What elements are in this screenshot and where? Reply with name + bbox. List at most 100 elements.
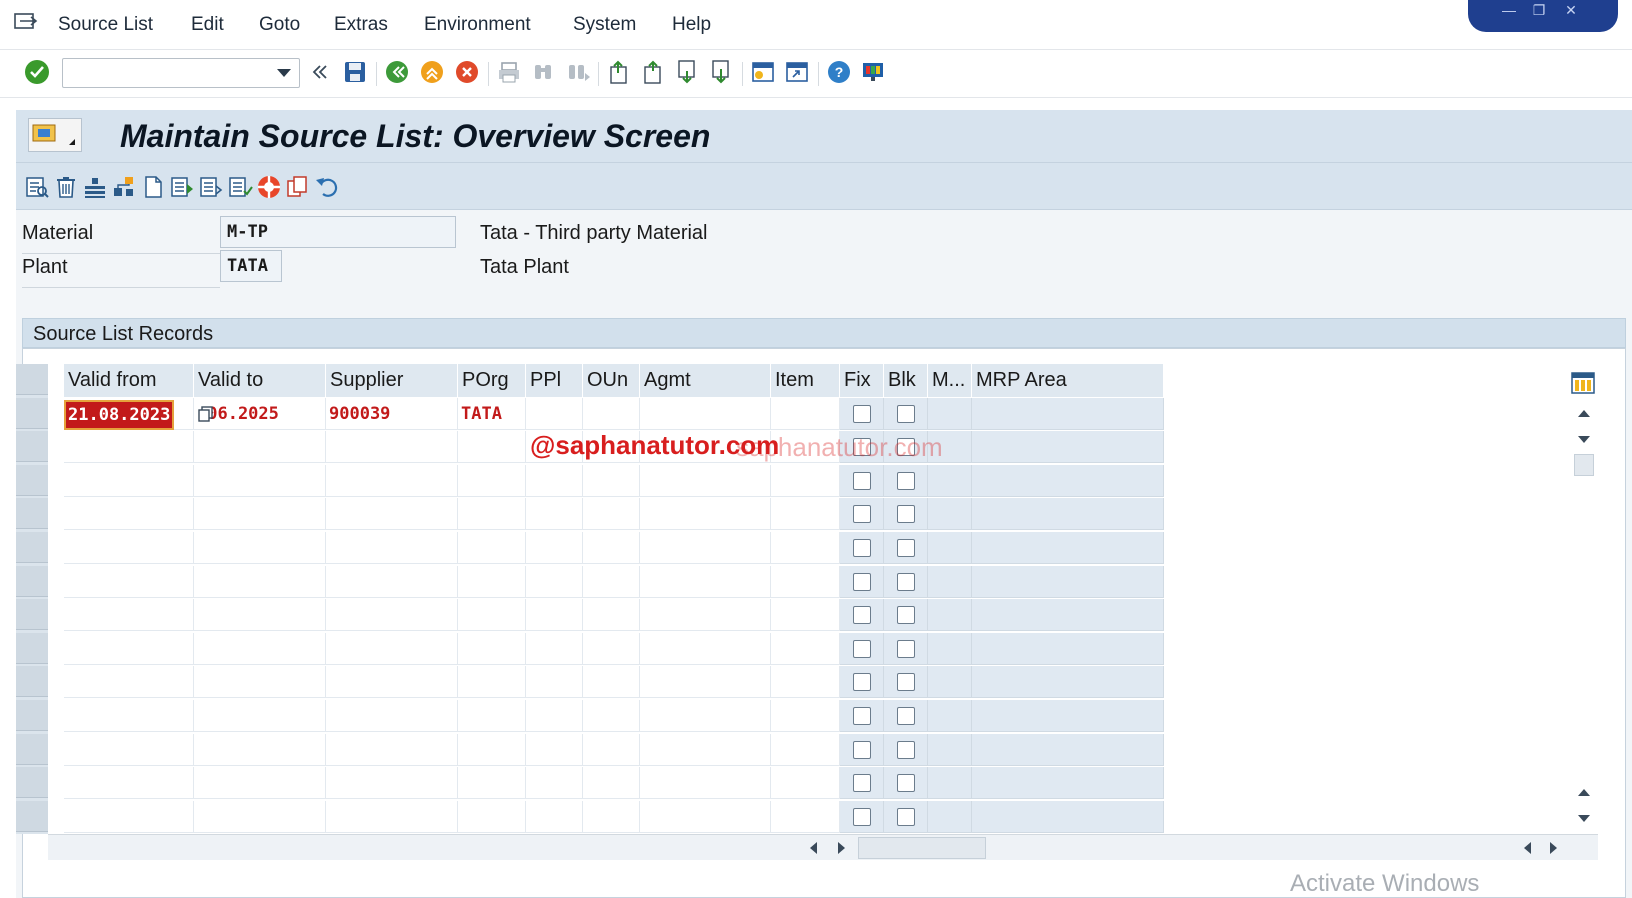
table-cell-m[interactable] — [928, 666, 972, 699]
help-icon[interactable]: ? — [826, 59, 852, 85]
table-cell-ppl[interactable] — [526, 599, 583, 632]
table-cell-m[interactable] — [928, 632, 972, 665]
table-cell-blk[interactable] — [884, 800, 928, 833]
table-cell-ppl[interactable] — [526, 532, 583, 564]
table-cell-valid-to[interactable] — [194, 565, 326, 598]
column-header-oun[interactable]: OUn — [583, 364, 640, 397]
page-up-icon[interactable] — [1578, 789, 1590, 796]
cancel-icon[interactable] — [454, 59, 480, 85]
table-cell-agmt[interactable] — [640, 666, 771, 699]
blk-checkbox[interactable] — [897, 740, 915, 759]
column-header-mrp-area[interactable]: MRP Area — [972, 364, 1164, 397]
table-cell-porg[interactable] — [458, 800, 526, 833]
table-cell-oun[interactable] — [583, 733, 640, 766]
table-cell-m[interactable] — [928, 565, 972, 598]
fix-checkbox[interactable] — [853, 639, 871, 658]
menu-extras[interactable]: Extras — [334, 14, 388, 36]
list-check-icon[interactable] — [227, 174, 253, 200]
layout-icon[interactable] — [860, 59, 886, 85]
exit-icon[interactable] — [419, 59, 445, 85]
table-cell-oun[interactable] — [583, 767, 640, 800]
table-cell-mrp-area[interactable] — [972, 700, 1164, 732]
page-down-icon[interactable] — [1578, 815, 1590, 822]
table-settings-icon[interactable] — [1570, 370, 1596, 396]
fix-checkbox[interactable] — [853, 606, 871, 625]
table-cell-porg[interactable] — [458, 532, 526, 564]
table-cell-blk[interactable] — [884, 397, 928, 430]
plant-field[interactable]: TATA — [220, 250, 282, 282]
menu-environment[interactable]: Environment — [424, 14, 531, 36]
scroll-thumb[interactable] — [1574, 454, 1594, 476]
table-cell-fix[interactable] — [840, 464, 884, 497]
table-cell-oun[interactable] — [583, 532, 640, 564]
row-selector[interactable] — [16, 700, 48, 731]
table-cell-ppl[interactable] — [526, 666, 583, 699]
blk-checkbox[interactable] — [897, 639, 915, 658]
table-cell-item[interactable] — [771, 498, 840, 531]
table-cell-blk[interactable] — [884, 632, 928, 665]
table-cell-agmt[interactable] — [640, 632, 771, 665]
table-cell-valid-from[interactable] — [64, 498, 194, 531]
scroll-left-end-icon[interactable] — [1524, 842, 1531, 854]
table-cell-agmt[interactable] — [640, 767, 771, 800]
table-cell-ppl[interactable] — [526, 700, 583, 732]
table-cell-item[interactable] — [771, 632, 840, 665]
fix-checkbox[interactable] — [853, 807, 871, 826]
enter-icon[interactable] — [24, 59, 50, 85]
table-cell-valid-to[interactable] — [194, 700, 326, 732]
column-header-blk[interactable]: Blk — [884, 364, 928, 397]
blk-checkbox[interactable] — [897, 707, 915, 725]
previous-page-icon[interactable] — [640, 59, 666, 85]
fix-checkbox[interactable] — [853, 404, 871, 423]
row-selector[interactable] — [16, 632, 48, 664]
menu-help[interactable]: Help — [672, 14, 711, 36]
table-cell-agmt[interactable] — [640, 464, 771, 497]
copy-icon[interactable] — [285, 174, 311, 200]
table-cell-fix[interactable] — [840, 666, 884, 699]
table-cell-oun[interactable] — [583, 397, 640, 430]
table-cell-mrp-area[interactable] — [972, 431, 1164, 464]
table-cell-blk[interactable] — [884, 700, 928, 732]
row-selector[interactable] — [16, 666, 48, 698]
save-icon[interactable] — [342, 59, 368, 85]
value-help-icon[interactable] — [196, 404, 216, 424]
table-cell-porg[interactable] — [458, 733, 526, 766]
first-page-icon[interactable] — [606, 59, 632, 85]
table-cell-valid-from[interactable] — [64, 733, 194, 766]
table-cell-item[interactable] — [771, 464, 840, 497]
table-cell-supplier[interactable] — [326, 565, 458, 598]
table-cell-agmt[interactable] — [640, 700, 771, 732]
table-cell-supplier[interactable] — [326, 464, 458, 497]
table-cell-m[interactable] — [928, 397, 972, 430]
table-cell-item[interactable] — [771, 700, 840, 732]
table-cell-m[interactable] — [928, 700, 972, 732]
table-cell-mrp-area[interactable] — [972, 767, 1164, 800]
table-cell-item[interactable] — [771, 666, 840, 699]
column-header-fix[interactable]: Fix — [840, 364, 884, 397]
table-cell-porg[interactable] — [458, 700, 526, 732]
row-selector[interactable] — [16, 532, 48, 563]
blk-checkbox[interactable] — [897, 774, 915, 793]
table-cell-porg[interactable] — [458, 565, 526, 598]
table-cell-valid-from[interactable] — [64, 800, 194, 833]
table-cell-valid-to[interactable] — [194, 599, 326, 632]
list-arrow-icon[interactable] — [169, 174, 195, 200]
select-all-rows[interactable] — [16, 364, 48, 395]
column-header-item[interactable]: Item — [771, 364, 840, 397]
table-cell-item[interactable] — [771, 532, 840, 564]
table-cell-agmt[interactable] — [640, 498, 771, 531]
table-cell-agmt[interactable] — [640, 532, 771, 564]
row-selector[interactable] — [16, 397, 48, 429]
table-cell-valid-to[interactable] — [194, 632, 326, 665]
table-cell-ppl[interactable] — [526, 800, 583, 833]
table-cell-valid-to[interactable] — [194, 431, 326, 464]
table-cell-ppl[interactable] — [526, 464, 583, 497]
table-cell-blk[interactable] — [884, 532, 928, 564]
undo-icon[interactable] — [314, 174, 340, 200]
table-cell-blk[interactable] — [884, 666, 928, 699]
table-cell-valid-to[interactable] — [194, 666, 326, 699]
table-cell-porg[interactable] — [458, 632, 526, 665]
table-cell-porg[interactable] — [458, 498, 526, 531]
command-field[interactable] — [62, 58, 300, 88]
blk-checkbox[interactable] — [897, 471, 915, 490]
